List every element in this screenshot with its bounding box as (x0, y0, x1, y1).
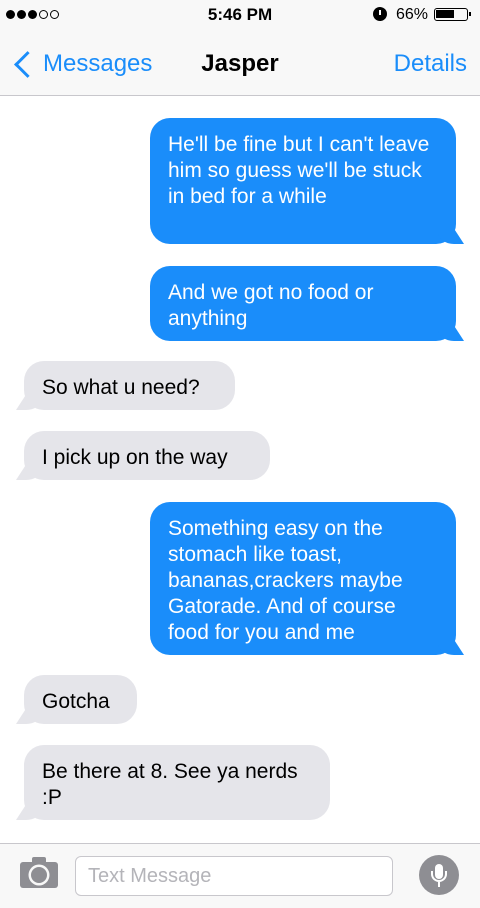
message-bubble-sent[interactable]: Something easy on the stomach like toast… (150, 502, 456, 655)
message-bubble-received[interactable]: So what u need? (24, 361, 235, 410)
chevron-left-icon (14, 50, 41, 78)
camera-button[interactable] (20, 857, 58, 888)
message-bubble-received[interactable]: I pick up on the way (24, 431, 270, 480)
details-button[interactable]: Details (394, 50, 467, 78)
battery-level-fill (436, 10, 455, 18)
microphone-button[interactable] (419, 855, 459, 895)
status-bar: 5:46 PM 66% (0, 0, 480, 32)
message-bubble-sent[interactable]: And we got no food or anything (150, 266, 456, 341)
microphone-icon (431, 864, 447, 887)
camera-icon (20, 857, 58, 888)
alarm-clock-icon (373, 7, 387, 21)
message-input-bar (0, 843, 480, 908)
back-to-messages-button[interactable]: Messages (12, 46, 152, 82)
battery-icon (434, 8, 471, 21)
battery-percentage: 66% (396, 6, 429, 23)
navigation-bar: Messages Jasper Details (0, 32, 480, 96)
message-bubble-sent[interactable]: He'll be fine but I can't leave him so g… (150, 118, 456, 244)
text-message-input[interactable] (75, 856, 393, 896)
back-button-label: Messages (43, 50, 153, 77)
message-bubble-received[interactable]: Gotcha (24, 675, 137, 724)
message-bubble-received[interactable]: Be there at 8. See ya nerds :P (24, 745, 330, 820)
